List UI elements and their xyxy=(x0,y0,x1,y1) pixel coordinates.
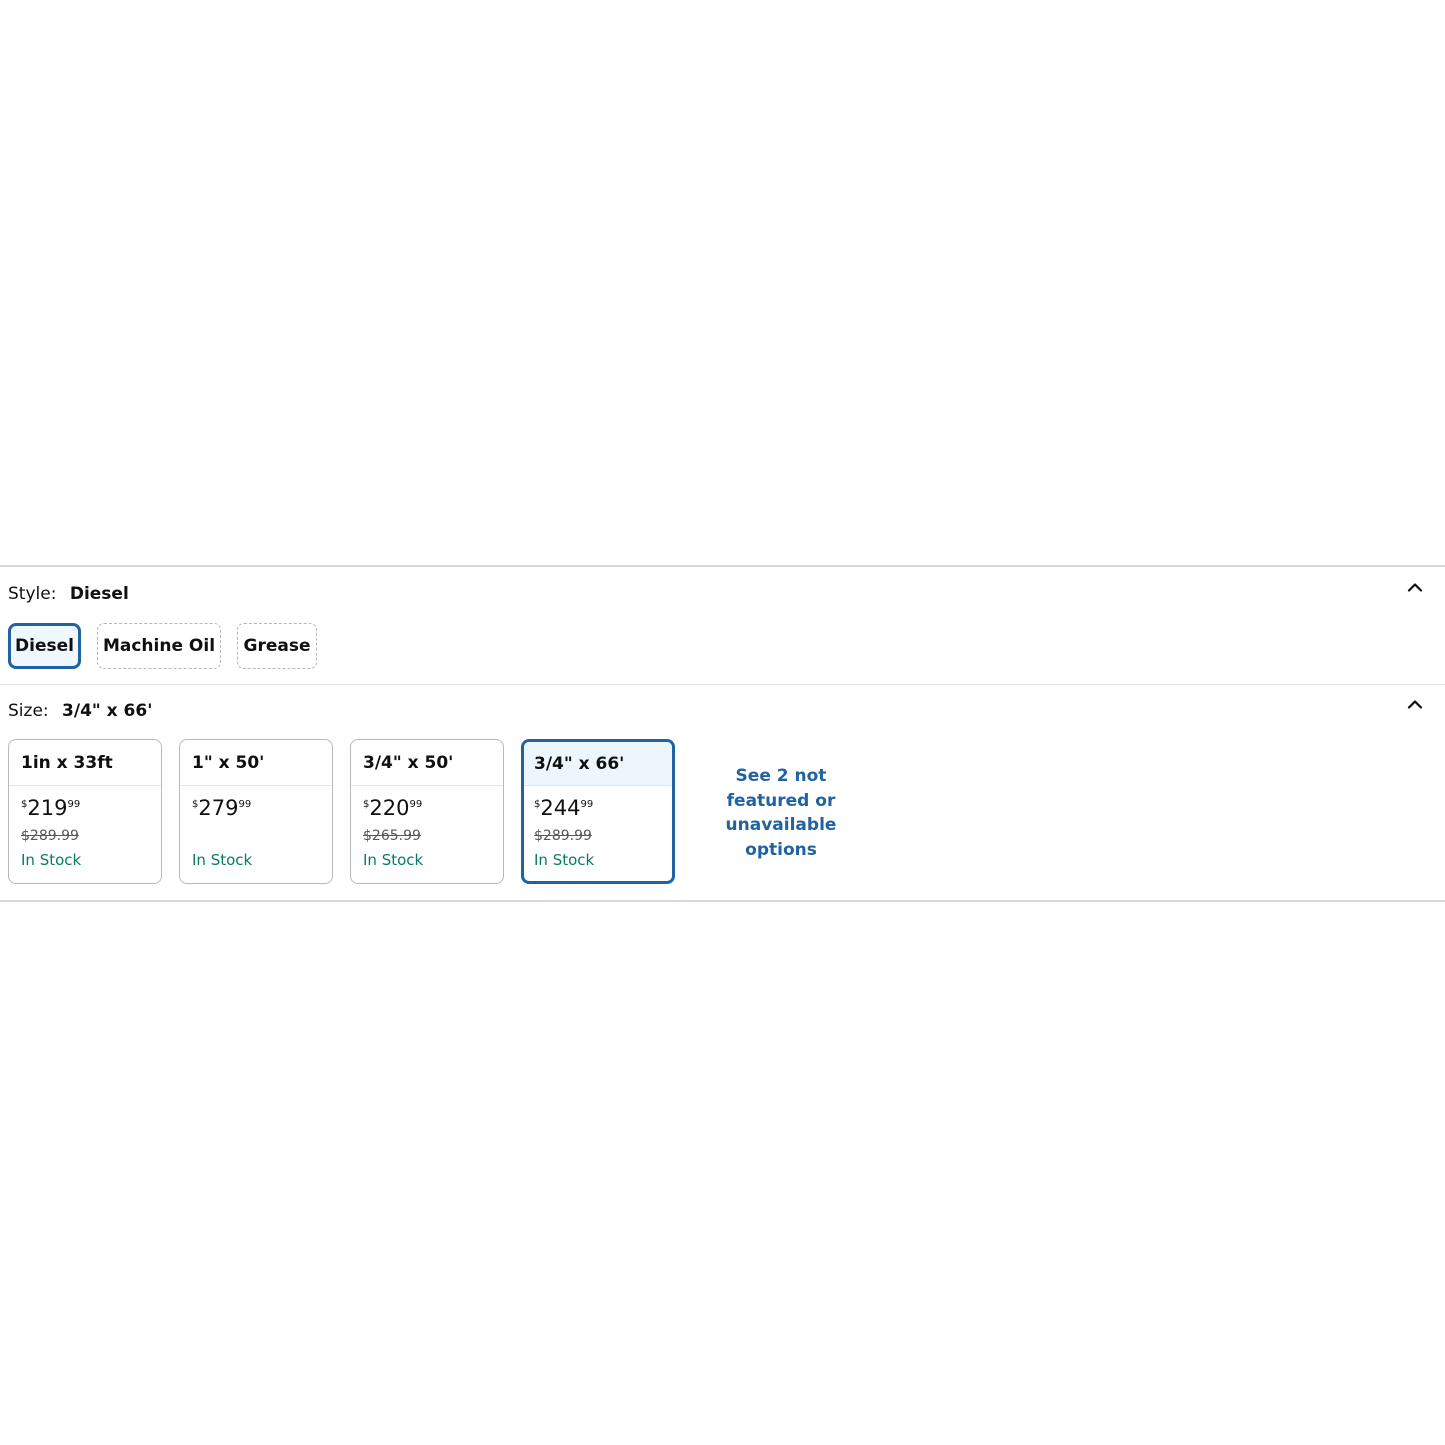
chevron-up-icon[interactable] xyxy=(1407,696,1423,712)
availability: In Stock xyxy=(534,851,595,869)
see-more-options-link[interactable]: See 2 not featured or unavailable option… xyxy=(720,764,842,862)
style-label: Style: xyxy=(8,584,57,604)
size-label-row: Size: 3/4" x 66' xyxy=(8,700,152,722)
size-option-card[interactable]: 3/4" x 50' $22099 $265.99 In Stock xyxy=(350,739,504,884)
availability: In Stock xyxy=(21,851,82,869)
size-option-label: 1in x 33ft xyxy=(9,740,161,786)
size-option-label: 1" x 50' xyxy=(180,740,332,786)
style-option-label: Grease xyxy=(243,636,311,656)
style-option-label: Machine Oil xyxy=(102,636,216,656)
size-option-card[interactable]: 1in x 33ft $21999 $289.99 In Stock xyxy=(8,739,162,884)
style-section: Style: Diesel Diesel Machine Oil Grease xyxy=(0,567,1445,685)
list-price: $289.99 xyxy=(21,828,79,844)
size-option-label: 3/4" x 50' xyxy=(351,740,503,786)
price-whole: 244 xyxy=(540,796,581,820)
chevron-up-icon[interactable] xyxy=(1407,579,1423,595)
size-selected-value: 3/4" x 66' xyxy=(62,701,153,721)
size-option-card[interactable]: 1" x 50' $27999 In Stock xyxy=(179,739,333,884)
price-symbol: $ xyxy=(192,799,199,810)
price-fraction: 99 xyxy=(238,799,252,810)
style-selected-value: Diesel xyxy=(69,584,129,604)
size-option-label: 3/4" x 66' xyxy=(524,742,672,786)
price-symbol: $ xyxy=(21,799,28,810)
style-option-diesel[interactable]: Diesel xyxy=(8,623,81,669)
price-fraction: 99 xyxy=(580,799,594,810)
size-option-card-selected[interactable]: 3/4" x 66' $24499 $289.99 In Stock xyxy=(521,739,675,884)
price-whole: 220 xyxy=(369,796,410,820)
style-option-label: Diesel xyxy=(15,636,74,656)
price-fraction: 99 xyxy=(67,799,81,810)
availability: In Stock xyxy=(363,851,424,869)
style-label-row: Style: Diesel xyxy=(8,583,129,605)
size-label: Size: xyxy=(8,701,49,721)
style-option-machine-oil[interactable]: Machine Oil xyxy=(97,623,221,669)
price: $24499 xyxy=(534,798,593,819)
price: $22099 xyxy=(363,798,422,819)
list-price: $289.99 xyxy=(534,828,592,844)
variation-selector: Style: Diesel Diesel Machine Oil Grease … xyxy=(0,565,1445,902)
price-whole: 219 xyxy=(27,796,68,820)
list-price: $265.99 xyxy=(363,828,421,844)
style-option-grease[interactable]: Grease xyxy=(237,623,317,669)
availability: In Stock xyxy=(192,851,253,869)
price-fraction: 99 xyxy=(409,799,423,810)
price-symbol: $ xyxy=(534,799,541,810)
size-section: Size: 3/4" x 66' 1in x 33ft $21999 $289.… xyxy=(0,685,1445,902)
price: $21999 xyxy=(21,798,80,819)
price-whole: 279 xyxy=(198,796,239,820)
price-symbol: $ xyxy=(363,799,370,810)
price: $27999 xyxy=(192,798,251,819)
